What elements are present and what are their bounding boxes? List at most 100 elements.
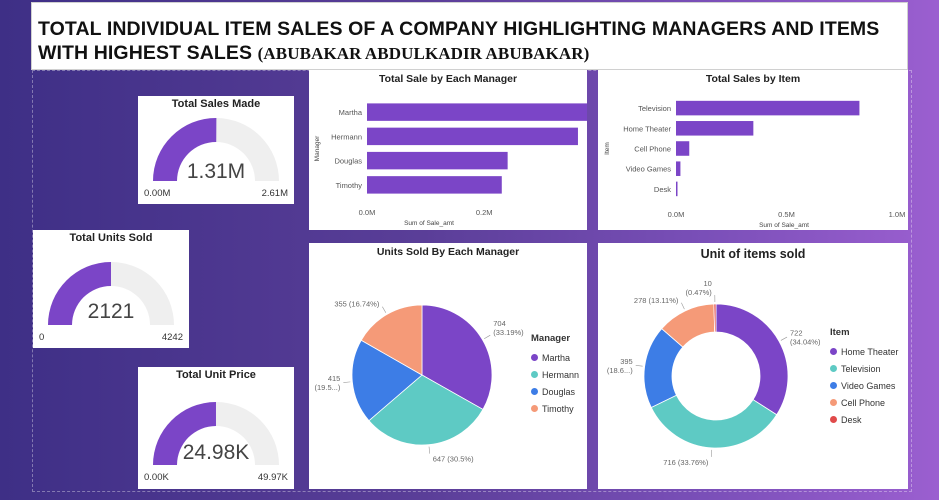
legend-swatch	[830, 382, 837, 389]
slice	[650, 394, 778, 449]
bar-chart-svg: Television Home Theater Cell Phone Video Ga…	[604, 100, 906, 229]
x-tick-label: 0.5M	[778, 210, 795, 219]
bar	[367, 103, 587, 121]
legend-swatch	[531, 405, 538, 412]
data-label: (19.5...)	[315, 383, 341, 392]
gauge-svg: 2121 0 4242	[39, 262, 183, 343]
legend-item-home-theater[interactable]: Home Theater	[830, 343, 898, 360]
leader-line	[382, 306, 387, 313]
legend-label: Television	[841, 363, 881, 374]
legend-label: Hermann	[542, 369, 580, 380]
category-label: Television	[638, 104, 671, 113]
bar	[676, 161, 681, 176]
gauge-max-label: 2.61M	[262, 188, 288, 199]
gauge-value: 1.31M	[187, 160, 245, 183]
legend-swatch	[531, 388, 538, 395]
leader-line	[428, 446, 431, 454]
donut-chart-units-by-item[interactable]: Unit of items sold 722 (34.04%) 716 (33.76…	[598, 243, 908, 489]
data-label: 722	[790, 329, 803, 338]
legend-item-douglas[interactable]: Douglas	[531, 383, 579, 400]
data-label: 415	[328, 374, 341, 383]
gauge-min-label: 0.00M	[144, 188, 170, 199]
bar	[367, 127, 578, 146]
y-axis-title: Manager	[314, 135, 321, 161]
legend-item-timothy[interactable]: Timothy	[531, 400, 579, 417]
pie-chart-units-by-manager[interactable]: Units Sold By Each Manager 704 (33.19%) 64…	[309, 243, 587, 489]
legend-item-hermann[interactable]: Hermann	[531, 366, 579, 383]
bar-chart-svg: MarthaHermannDouglasTimothy0.0M0.2M0.4MS…	[314, 103, 587, 227]
data-label: 355 (16.74%)	[334, 300, 380, 309]
gauge-min-label: 0	[39, 332, 44, 343]
category-label: Timothy	[336, 181, 363, 190]
data-label: 647 (30.5%)	[433, 455, 474, 464]
category-label: Video Games	[626, 165, 672, 174]
bar	[676, 141, 690, 156]
bar	[676, 121, 754, 136]
legend-label: Cell Phone	[841, 397, 886, 408]
gauge-total-unit-price[interactable]: Total Unit Price 24.98K 0.00K 49.97K	[138, 367, 294, 489]
x-axis-title: Sum of Sale_amt	[759, 222, 809, 229]
report-title: TOTAL INDIVIDUAL ITEM SALES OF A COMPANY…	[38, 18, 880, 64]
legend-swatch	[830, 348, 837, 355]
gauge-svg: 1.31M 0.00M 2.61M	[144, 118, 288, 199]
data-label: 716 (33.76%)	[663, 458, 709, 467]
gauge-max-label: 49.97K	[258, 472, 289, 483]
data-label: (0.47%)	[686, 288, 713, 297]
leader-line	[484, 334, 491, 339]
gauge-svg: 24.98K 0.00K 49.97K	[144, 402, 289, 483]
bar-chart-sales-by-item[interactable]: Total Sales by Item Television Home Theat…	[598, 70, 908, 230]
legend-label: Video Games	[841, 380, 896, 391]
category-label: Douglas	[334, 157, 362, 166]
leader-line	[681, 302, 685, 310]
gauge-total-units-sold[interactable]: Total Units Sold 2121 0 4242	[33, 230, 189, 348]
data-label: 704	[493, 319, 506, 328]
gauge-total-sales-made[interactable]: Total Sales Made 1.31M 0.00M 2.61M	[138, 96, 294, 204]
legend-item-video-games[interactable]: Video Games	[830, 377, 898, 394]
legend-swatch	[830, 416, 837, 423]
author-name: (ABUBAKAR ABDULKADIR ABUBAKAR)	[257, 44, 590, 63]
bar	[676, 100, 860, 116]
legend-swatch	[830, 365, 837, 372]
bar	[367, 151, 508, 170]
y-axis-title: Item	[604, 142, 611, 155]
pie-legend: Manager Martha Hermann Douglas Timothy	[531, 333, 579, 417]
slice	[715, 303, 789, 416]
legend-swatch	[531, 371, 538, 378]
category-label: Desk	[654, 185, 671, 194]
legend-label: Home Theater	[841, 346, 899, 357]
leader-line	[635, 364, 643, 367]
x-tick-label: 0.0M	[668, 210, 685, 219]
bar-chart-sale-by-manager[interactable]: Total Sale by Each Manager Martha Hermann…	[309, 70, 587, 230]
donut-legend: Item Home Theater Television Video Games…	[830, 327, 898, 428]
category-label: Hermann	[331, 132, 362, 141]
legend-label: Desk	[841, 414, 862, 425]
category-label: Martha	[339, 108, 363, 117]
legend-item-cell-phone[interactable]: Cell Phone	[830, 394, 898, 411]
category-label: Cell Phone	[634, 145, 671, 154]
legend-item-martha[interactable]: Martha	[531, 349, 579, 366]
legend-item-television[interactable]: Television	[830, 360, 898, 377]
data-label: 278 (13.11%)	[634, 296, 679, 305]
legend-swatch	[531, 354, 538, 361]
data-label: 10	[703, 279, 711, 288]
leader-line	[343, 381, 351, 383]
gauge-value: 2121	[88, 300, 135, 323]
legend-item-desk[interactable]: Desk	[830, 411, 898, 428]
bar	[676, 181, 678, 197]
data-label: (18.6...)	[607, 366, 633, 375]
legend-label: Martha	[542, 352, 571, 363]
x-tick-label: 0.2M	[476, 208, 493, 217]
x-axis-title: Sum of Sale_amt	[404, 220, 454, 227]
data-label: (34.04%)	[790, 338, 821, 347]
legend-label: Timothy	[542, 403, 574, 414]
gauge-min-label: 0.00K	[144, 472, 169, 483]
report-title-bar: TOTAL INDIVIDUAL ITEM SALES OF A COMPANY…	[31, 2, 908, 70]
bar	[367, 176, 502, 194]
gauge-value: 24.98K	[183, 441, 250, 464]
data-label: (33.19%)	[493, 328, 524, 337]
legend-title: Item	[830, 327, 850, 338]
leader-line	[780, 336, 788, 341]
slice	[713, 303, 717, 333]
x-tick-label: 1.0M	[889, 210, 906, 219]
legend-swatch	[830, 399, 837, 406]
